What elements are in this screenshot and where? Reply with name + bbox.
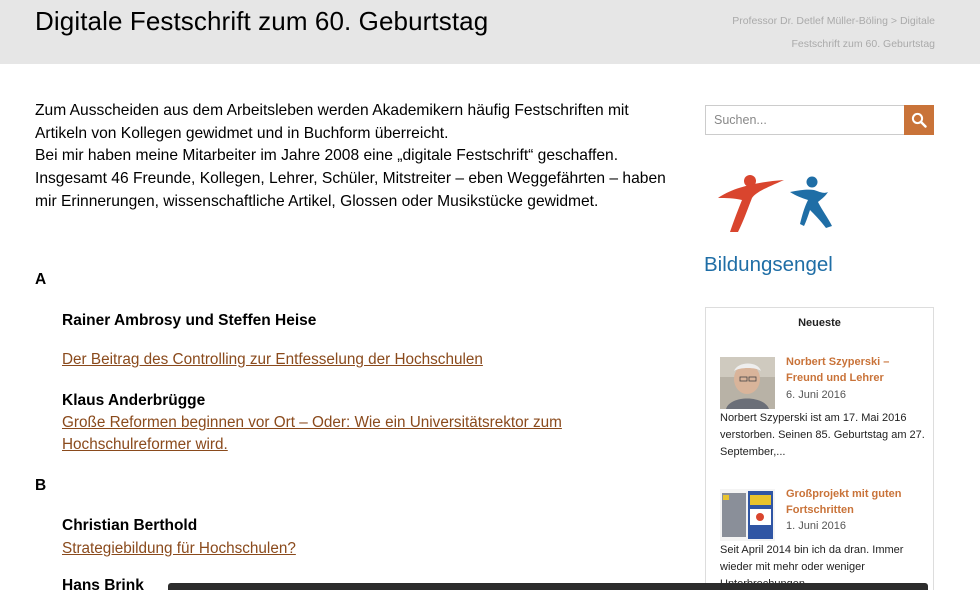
- search-icon: [911, 112, 927, 128]
- logo-text: Bildungsengel: [704, 253, 833, 276]
- search-button[interactable]: [904, 105, 934, 135]
- dock-bar: [168, 583, 928, 590]
- post-title-link[interactable]: Norbert Szyperski – Freund und Lehrer: [786, 354, 926, 386]
- breadcrumb-separator: >: [888, 15, 900, 27]
- section-letter-a: A: [35, 271, 47, 288]
- post-title-link[interactable]: Großprojekt mit guten Fortschritten: [786, 486, 926, 518]
- breadcrumb-home-link[interactable]: Professor Dr. Detlef Müller-Böling: [732, 15, 888, 27]
- post-thumbnail-portrait[interactable]: [720, 357, 775, 409]
- search-field[interactable]: [705, 105, 905, 135]
- page-header: Digitale Festschrift zum 60. Geburtstag …: [0, 0, 980, 64]
- article-link[interactable]: Strategiebildung für Hochschulen?: [62, 538, 622, 560]
- page-title: Digitale Festschrift zum 60. Geburtstag: [35, 6, 489, 36]
- widget-title: Neueste: [798, 317, 841, 329]
- post-excerpt: Norbert Szyperski ist am 17. Mai 2016 ve…: [720, 412, 925, 458]
- intro-paragraph-1: Zum Ausscheiden aus dem Arbeitsleben wer…: [35, 102, 629, 142]
- author-name: Hans Brink: [62, 577, 144, 590]
- intro-text: Zum Ausscheiden aus dem Arbeitsleben wer…: [35, 100, 675, 214]
- intro-paragraph-2: Bei mir haben meine Mitarbeiter im Jahre…: [35, 147, 666, 210]
- post-date: 6. Juni 2016: [786, 389, 846, 401]
- article-link[interactable]: Der Beitrag des Controlling zur Entfesse…: [62, 349, 622, 371]
- search-input[interactable]: [706, 106, 904, 134]
- post-date: 1. Juni 2016: [786, 520, 846, 532]
- post-thumbnail-books[interactable]: [720, 489, 775, 541]
- breadcrumb: Professor Dr. Detlef Müller-Böling > Dig…: [685, 10, 935, 56]
- author-name: Klaus Anderbrügge: [62, 392, 206, 409]
- author-name: Rainer Ambrosy und Steffen Heise: [62, 312, 317, 329]
- recent-posts-widget: Neueste Norbert Szyperski – Freund und L…: [705, 307, 934, 590]
- article-link[interactable]: Große Reformen beginnen vor Ort – Oder: …: [62, 412, 592, 456]
- author-name: Christian Berthold: [62, 517, 198, 534]
- section-letter-b: B: [35, 477, 47, 494]
